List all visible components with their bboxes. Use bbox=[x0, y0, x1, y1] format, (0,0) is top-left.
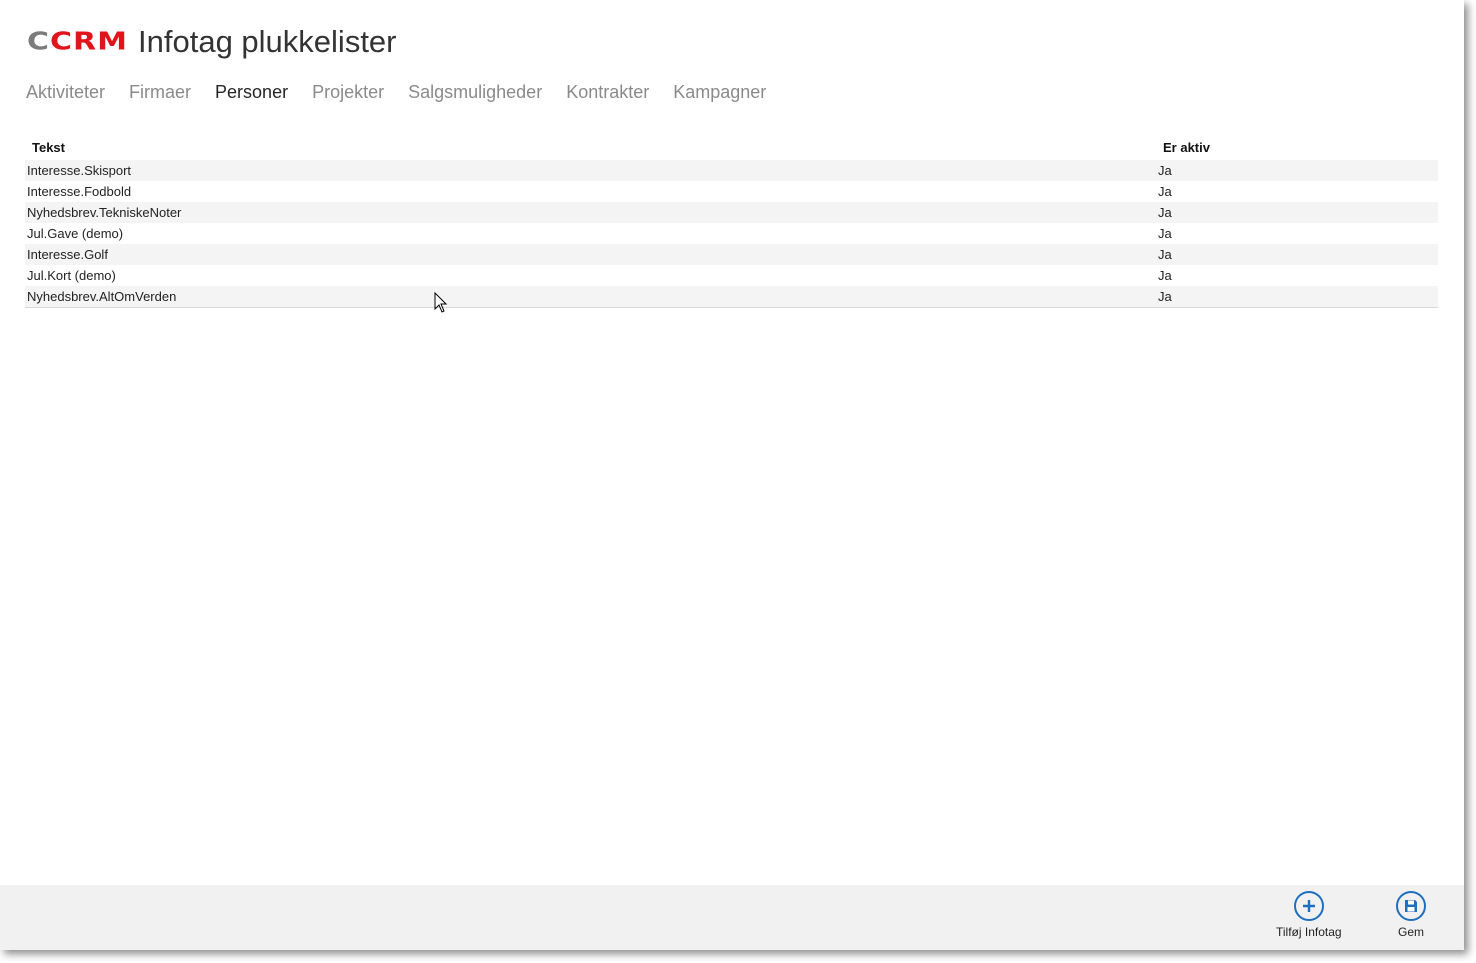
command-bar: Tilføj Infotag Gem bbox=[0, 885, 1464, 950]
nav-tab-aktiviteter[interactable]: Aktiviteter bbox=[26, 80, 105, 104]
nav-tab-kontrakter[interactable]: Kontrakter bbox=[566, 80, 649, 104]
cell-er-aktiv: Ja bbox=[1158, 247, 1172, 262]
cell-er-aktiv: Ja bbox=[1158, 268, 1172, 283]
add-infotag-label: Tilføj Infotag bbox=[1276, 925, 1342, 939]
grid-rows: Interesse.Skisport Ja Interesse.Fodbold … bbox=[25, 160, 1438, 308]
app-window: CCRM Infotag plukkelister Aktiviteter Fi… bbox=[0, 0, 1464, 950]
cell-tekst: Jul.Kort (demo) bbox=[27, 268, 116, 283]
cell-tekst: Jul.Gave (demo) bbox=[27, 226, 124, 241]
cell-er-aktiv: Ja bbox=[1158, 184, 1172, 199]
cell-tekst: Interesse.Fodbold bbox=[27, 184, 132, 199]
nav-tab-salgsmuligheder[interactable]: Salgsmuligheder bbox=[408, 80, 542, 104]
save-disk-icon bbox=[1396, 891, 1426, 921]
add-infotag-button[interactable]: Tilføj Infotag bbox=[1276, 891, 1342, 939]
nav-tab-projekter[interactable]: Projekter bbox=[312, 80, 384, 104]
nav-tab-personer[interactable]: Personer bbox=[215, 80, 288, 104]
mouse-cursor-icon bbox=[434, 291, 448, 319]
cell-er-aktiv: Ja bbox=[1158, 205, 1172, 220]
table-row[interactable]: Nyhedsbrev.TekniskeNoter Ja bbox=[25, 202, 1438, 223]
logo-c: C bbox=[27, 27, 51, 56]
cell-tekst: Interesse.Skisport bbox=[27, 163, 132, 178]
cell-er-aktiv: Ja bbox=[1158, 226, 1172, 241]
cell-er-aktiv: Ja bbox=[1158, 289, 1172, 304]
nav-tab-firmaer[interactable]: Firmaer bbox=[129, 80, 191, 104]
table-row[interactable]: Nyhedsbrev.AltOmVerden Ja bbox=[25, 286, 1438, 307]
infotag-grid: Tekst Er aktiv Interesse.Skisport Ja Int… bbox=[25, 134, 1438, 308]
ccrm-logo: CCRM bbox=[27, 27, 128, 57]
table-row[interactable]: Interesse.Fodbold Ja bbox=[25, 181, 1438, 202]
table-row[interactable]: Jul.Kort (demo) Ja bbox=[25, 265, 1438, 286]
cell-tekst: Interesse.Golf bbox=[27, 247, 108, 262]
grid-header: Tekst Er aktiv bbox=[25, 134, 1438, 160]
table-row[interactable]: Jul.Gave (demo) Ja bbox=[25, 223, 1438, 244]
column-header-er-aktiv[interactable]: Er aktiv bbox=[1156, 140, 1210, 155]
plus-circle-icon bbox=[1293, 891, 1324, 921]
page-header: CCRM Infotag plukkelister bbox=[27, 22, 397, 62]
table-row[interactable]: Interesse.Golf Ja bbox=[25, 244, 1438, 265]
save-button[interactable]: Gem bbox=[1396, 891, 1426, 939]
column-header-tekst[interactable]: Tekst bbox=[25, 140, 1156, 155]
page-title: Infotag plukkelister bbox=[138, 24, 397, 59]
cell-tekst: Nyhedsbrev.TekniskeNoter bbox=[27, 205, 182, 220]
entity-nav: Aktiviteter Firmaer Personer Projekter S… bbox=[26, 80, 766, 104]
cell-er-aktiv: Ja bbox=[1158, 163, 1172, 178]
table-row[interactable]: Interesse.Skisport Ja bbox=[25, 160, 1438, 181]
cell-tekst: Nyhedsbrev.AltOmVerden bbox=[27, 289, 177, 304]
save-label: Gem bbox=[1397, 925, 1424, 939]
logo-crm: CRM bbox=[50, 27, 129, 56]
nav-tab-kampagner[interactable]: Kampagner bbox=[673, 80, 766, 104]
